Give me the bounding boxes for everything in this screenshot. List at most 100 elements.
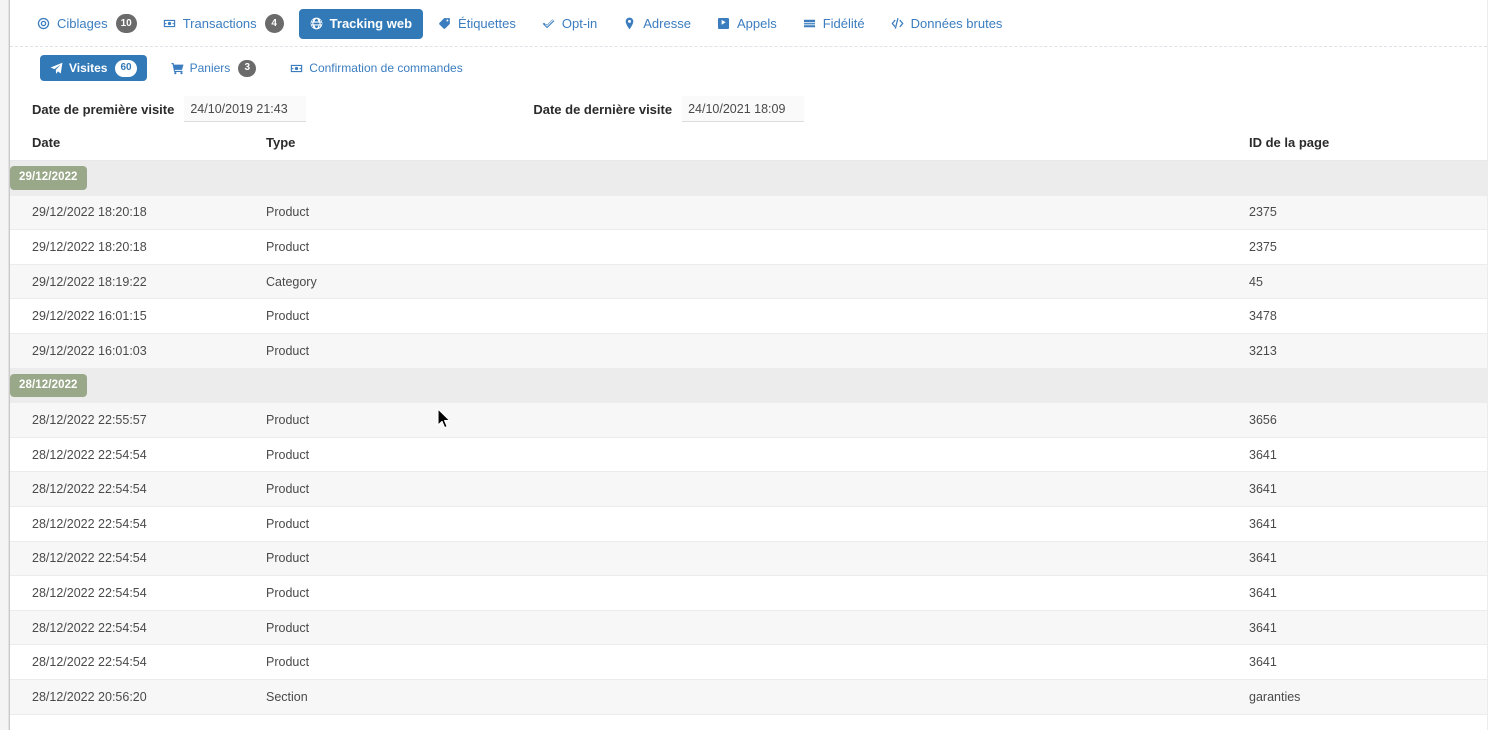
target-icon xyxy=(37,17,51,31)
sub-tab-bar: Visites 60 Paniers 3 Confirmation de command… xyxy=(10,47,1487,89)
cell-date: 29/12/2022 18:20:18 xyxy=(10,195,260,231)
tab-count-badge: 4 xyxy=(264,14,284,33)
cell-date: 28/12/2022 22:54:54 xyxy=(10,506,260,542)
table-row[interactable]: 28/12/2022 22:54:54 Product 3641 xyxy=(10,437,1487,473)
tab-label: Fidélité xyxy=(822,16,865,31)
table-body: 29/12/2022 29/12/2022 18:20:18 Product 2375… xyxy=(10,160,1487,715)
tab-adresse[interactable]: Adresse xyxy=(612,9,702,39)
tab-label: Appels xyxy=(736,16,777,31)
cell-page-id: 3641 xyxy=(1243,471,1487,507)
column-header-page-id[interactable]: ID de la page xyxy=(1243,135,1487,161)
visits-table: Date Type ID de la page 29/12/2022 29/12/… xyxy=(10,135,1487,715)
primary-tab-bar: Ciblages 10 Transactions 4 Tracking web Étiqu… xyxy=(10,0,1487,47)
cell-date: 28/12/2022 22:54:54 xyxy=(10,437,260,473)
visits-table-wrapper: Date Type ID de la page 29/12/2022 29/12/… xyxy=(10,135,1487,715)
subtab-count-badge: 3 xyxy=(238,59,257,77)
table-row[interactable]: 28/12/2022 22:54:54 Product 3641 xyxy=(10,506,1487,542)
paper-plane-icon xyxy=(50,62,63,75)
last-visit-field-group: Date de dernière visite xyxy=(533,96,805,122)
table-row[interactable]: 28/12/2022 22:54:54 Product 3641 xyxy=(10,575,1487,611)
table-row[interactable]: 29/12/2022 16:01:03 Product 3213 xyxy=(10,333,1487,369)
subtab-visites[interactable]: Visites 60 xyxy=(40,55,147,81)
subtab-label: Visites xyxy=(69,61,108,75)
table-head: Date Type ID de la page xyxy=(10,135,1487,161)
first-visit-label: Date de première visite xyxy=(32,101,175,117)
card-icon xyxy=(803,17,817,31)
table-header-row: Date Type ID de la page xyxy=(10,135,1487,161)
column-header-date[interactable]: Date xyxy=(10,135,260,161)
cell-date: 29/12/2022 16:01:15 xyxy=(10,298,260,334)
tab-fid-lit[interactable]: Fidélité xyxy=(792,9,876,39)
cell-type: Product xyxy=(260,333,1243,369)
cell-page-id: 3641 xyxy=(1243,644,1487,680)
table-row[interactable]: 28/12/2022 22:54:54 Product 3641 xyxy=(10,471,1487,507)
cell-page-id: garanties xyxy=(1243,679,1487,715)
subtab-paniers[interactable]: Paniers 3 xyxy=(161,55,267,81)
banknote-icon xyxy=(290,62,303,75)
cart-icon xyxy=(171,62,184,75)
table-group-row: 29/12/2022 xyxy=(10,160,1487,196)
tab-appels[interactable]: Appels xyxy=(706,9,788,39)
cell-type: Product xyxy=(260,575,1243,611)
column-header-type[interactable]: Type xyxy=(260,135,1243,161)
map-pin-icon xyxy=(623,17,637,31)
tab-tracking-web[interactable]: Tracking web xyxy=(298,8,424,39)
cell-type: Product xyxy=(260,298,1243,334)
date-filter-row: Date de première visite Date de dernière… xyxy=(10,91,1487,127)
cell-page-id: 3213 xyxy=(1243,333,1487,369)
table-row[interactable]: 28/12/2022 22:55:57 Product 3656 xyxy=(10,402,1487,438)
group-date-badge: 29/12/2022 xyxy=(10,166,87,190)
cell-page-id: 3641 xyxy=(1243,437,1487,473)
first-visit-field-group: Date de première visite xyxy=(32,96,307,122)
cell-date: 28/12/2022 22:54:54 xyxy=(10,575,260,611)
cell-page-id: 3641 xyxy=(1243,610,1487,646)
subtab-confirmation-de-commandes[interactable]: Confirmation de commandes xyxy=(280,55,472,81)
table-row[interactable]: 29/12/2022 18:20:18 Product 2375 xyxy=(10,229,1487,265)
page-content: Ciblages 10 Transactions 4 Tracking web Étiqu… xyxy=(10,0,1487,730)
table-row[interactable]: 28/12/2022 22:54:54 Product 3641 xyxy=(10,644,1487,680)
cell-page-id: 2375 xyxy=(1243,229,1487,265)
last-visit-input[interactable] xyxy=(682,96,805,122)
table-row[interactable]: 28/12/2022 22:54:54 Product 3641 xyxy=(10,610,1487,646)
cell-date: 28/12/2022 22:54:54 xyxy=(10,644,260,680)
table-group-row: 28/12/2022 xyxy=(10,368,1487,404)
cell-type: Product xyxy=(260,437,1243,473)
cell-date: 28/12/2022 22:54:54 xyxy=(10,541,260,577)
banknote-icon xyxy=(163,17,177,31)
code-icon xyxy=(891,17,905,31)
tab-ciblages[interactable]: Ciblages 10 xyxy=(26,9,148,39)
subtab-count-badge: 60 xyxy=(115,59,137,77)
tab-tiquettes[interactable]: Étiquettes xyxy=(427,9,527,39)
tab-label: Transactions xyxy=(182,16,257,31)
globe-icon xyxy=(310,17,324,31)
cell-type: Product xyxy=(260,610,1243,646)
cell-page-id: 45 xyxy=(1243,264,1487,300)
cell-type: Product xyxy=(260,471,1243,507)
cell-type: Product xyxy=(260,229,1243,265)
table-row[interactable]: 29/12/2022 18:20:18 Product 2375 xyxy=(10,195,1487,231)
cell-date: 28/12/2022 20:56:20 xyxy=(10,679,260,715)
cell-date: 28/12/2022 22:54:54 xyxy=(10,471,260,507)
subtab-label: Paniers xyxy=(189,61,231,75)
subtab-label: Confirmation de commandes xyxy=(309,61,463,75)
tab-count-badge: 10 xyxy=(115,14,137,33)
table-row[interactable]: 29/12/2022 18:19:22 Category 45 xyxy=(10,264,1487,300)
app-window: Ciblages 10 Transactions 4 Tracking web Étiqu… xyxy=(0,0,1498,730)
check-badge-icon xyxy=(542,17,556,31)
tab-transactions[interactable]: Transactions 4 xyxy=(152,9,295,39)
tab-label: Tracking web xyxy=(329,16,413,31)
table-row[interactable]: 28/12/2022 22:54:54 Product 3641 xyxy=(10,541,1487,577)
table-row[interactable]: 29/12/2022 16:01:15 Product 3478 xyxy=(10,298,1487,334)
cell-date: 28/12/2022 22:54:54 xyxy=(10,610,260,646)
phone-icon xyxy=(717,17,731,31)
cell-type: Section xyxy=(260,679,1243,715)
first-visit-input[interactable] xyxy=(184,96,307,122)
tab-label: Adresse xyxy=(643,16,691,31)
group-cell: 29/12/2022 xyxy=(10,160,1487,196)
tab-opt-in[interactable]: Opt-in xyxy=(531,9,608,39)
tab-donn-es-brutes[interactable]: Données brutes xyxy=(880,9,1014,39)
cell-page-id: 3641 xyxy=(1243,541,1487,577)
table-row[interactable]: 28/12/2022 20:56:20 Section garanties xyxy=(10,679,1487,715)
cell-page-id: 3656 xyxy=(1243,402,1487,438)
cell-date: 29/12/2022 16:01:03 xyxy=(10,333,260,369)
